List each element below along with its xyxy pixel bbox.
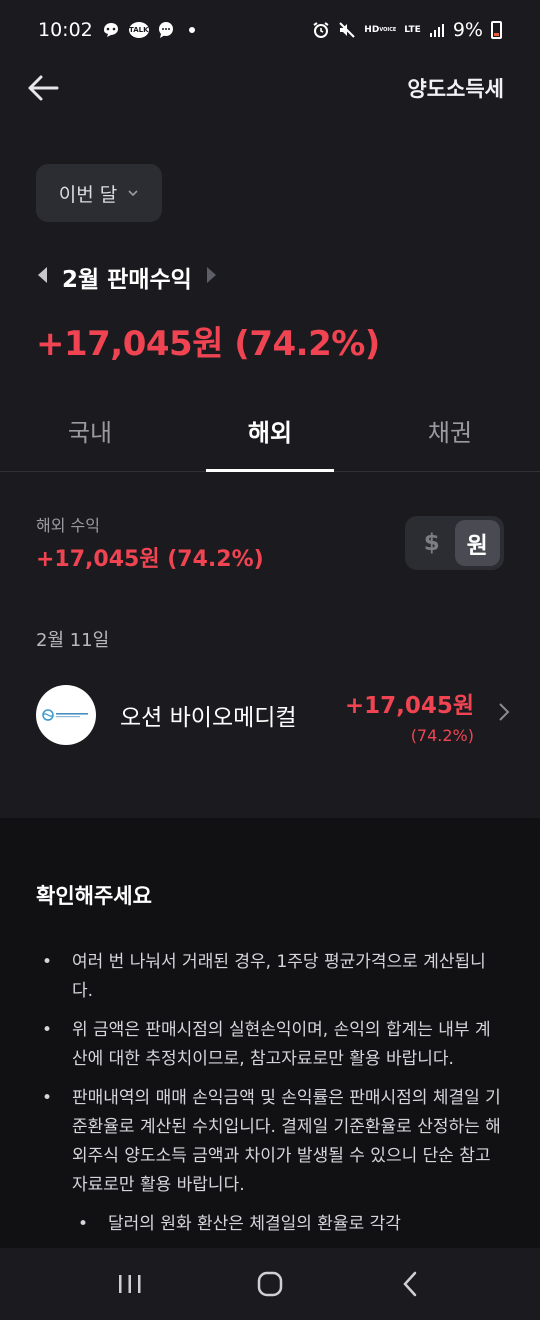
status-time: 10:02 [38, 19, 93, 41]
kakaotalk-icon: TALK [128, 22, 149, 38]
chevron-right-icon [498, 702, 510, 728]
total-profit: +17,045원 (74.2%) [36, 324, 380, 364]
stock-profit: +17,045원 (74.2%) [345, 686, 474, 745]
notice-item: 여러 번 나눠서 거래된 경우, 1주당 평균가격으로 계산됩니다. [36, 948, 506, 1006]
prev-month-button[interactable] [36, 266, 48, 288]
notice-item: 판매내역의 매매 손익금액 및 손익률은 판매시점의 체결일 기준환율로 계산된… [36, 1084, 506, 1200]
stock-logo [36, 685, 96, 745]
page-title: 양도소득세 [407, 77, 504, 101]
ocean-biomedical-logo-icon [42, 709, 88, 721]
notice-title: 확인해주세요 [36, 884, 152, 908]
overseas-profit-label: 해외 수익 [36, 516, 100, 535]
home-icon [257, 1271, 283, 1297]
period-dropdown[interactable]: 이번 달 [36, 164, 162, 222]
chevron-left-icon [403, 1271, 417, 1297]
back-nav-button[interactable] [380, 1254, 440, 1314]
recent-apps-button[interactable] [100, 1254, 160, 1314]
chevron-down-icon [127, 186, 139, 200]
voice-label: VOICE [379, 26, 397, 33]
app-header: 양도소득세 [0, 60, 540, 116]
system-nav-bar [0, 1248, 540, 1320]
battery-percent: 9% [452, 19, 483, 41]
status-right: HD VOICE LTE 9% [312, 19, 502, 41]
hd-voice-icon: HD VOICE [364, 24, 397, 35]
recent-apps-icon [119, 1275, 141, 1293]
stock-profit-amount: +17,045원 [344, 692, 474, 719]
trade-date: 2월 11일 [36, 630, 110, 651]
notice-list: 여러 번 나눠서 거래된 경우, 1주당 평균가격으로 계산됩니다. 위 금액은… [36, 948, 506, 1248]
notice-sub-item: 달러의 원화 환산은 체결일의 환율로 각각 [36, 1210, 506, 1239]
currency-dollar-option[interactable]: $ [409, 520, 455, 566]
triangle-left-icon [38, 267, 47, 283]
stock-profit-percent: (74.2%) [410, 725, 474, 745]
currency-toggle: $ 원 [405, 516, 504, 570]
month-navigator: 2월 판매수익 [36, 258, 218, 296]
notice-item: 위 금액은 판매시점의 실현손익이며, 손익의 합계는 내부 계산에 대한 추정… [36, 1016, 506, 1074]
tab-overseas[interactable]: 해외 [180, 398, 360, 472]
alarm-icon [312, 21, 330, 39]
status-bar: 10:02 TALK HD VOICE LTE 9% [0, 0, 540, 60]
chat-bubble-icon [101, 21, 121, 39]
notification-dot-icon [188, 27, 195, 33]
battery-icon [491, 21, 502, 39]
period-label: 이번 달 [58, 183, 118, 206]
month-label: 2월 판매수익 [62, 267, 192, 293]
signal-icon [429, 22, 445, 38]
hd-label: HD [364, 24, 380, 35]
message-icon [157, 21, 175, 39]
tab-bonds[interactable]: 채권 [360, 398, 540, 471]
back-button[interactable] [26, 71, 60, 105]
lte-icon: LTE [404, 24, 421, 35]
currency-won-option[interactable]: 원 [454, 520, 500, 566]
arrow-left-icon [28, 75, 59, 101]
next-month-button[interactable] [206, 266, 218, 288]
tab-domestic[interactable]: 국내 [0, 398, 180, 471]
overseas-profit-value: +17,045원 (74.2%) [36, 547, 264, 572]
list-item[interactable]: 오션 바이오메디컬 +17,045원 (74.2%) [36, 682, 510, 748]
mute-icon [338, 21, 356, 39]
market-tabs: 국내 해외 채권 [0, 398, 540, 472]
notice-section: 확인해주세요 여러 번 나눠서 거래된 경우, 1주당 평균가격으로 계산됩니다… [0, 818, 540, 1248]
triangle-right-icon [206, 267, 216, 283]
home-button[interactable] [240, 1254, 300, 1314]
status-left: 10:02 TALK [38, 19, 195, 41]
stock-name: 오션 바이오메디컬 [120, 705, 297, 731]
